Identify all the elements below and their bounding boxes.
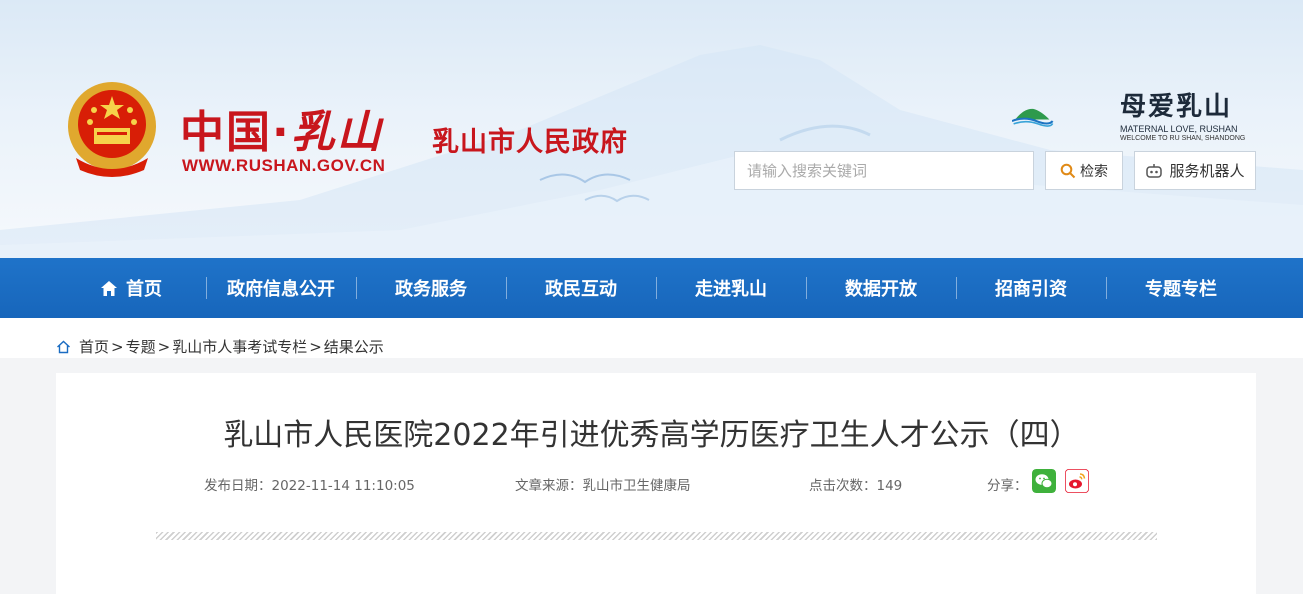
- brand-subtitle-2: WELCOME TO RU SHAN, SHANDONG: [1120, 135, 1246, 142]
- article-source: 文章来源：乳山市卫生健康局: [515, 474, 691, 494]
- view-count-value: 149: [876, 478, 903, 494]
- service-robot-label: 服务机器人: [1169, 162, 1245, 180]
- nav-item-gov-info[interactable]: 政府信息公开: [206, 258, 356, 318]
- nav-item-interaction[interactable]: 政民互动: [506, 258, 656, 318]
- logo-title-calligraphy: 乳山: [290, 107, 383, 158]
- robot-icon: [1146, 163, 1163, 178]
- home-icon: [101, 280, 117, 296]
- nav-item-label: 数据开放: [845, 279, 917, 300]
- government-name: 乳山市人民政府: [432, 127, 628, 158]
- brand-logo: [1012, 108, 1054, 127]
- weibo-icon[interactable]: [1065, 469, 1089, 493]
- nav-item-label: 走进乳山: [695, 279, 767, 300]
- nav-item-label: 招商引资: [995, 279, 1067, 300]
- nav-item-open-data[interactable]: 数据开放: [806, 258, 956, 318]
- brand-title: 母爱乳山: [1120, 92, 1233, 122]
- search-button-label: 检索: [1080, 163, 1108, 180]
- logo-title-cn: 中国: [180, 107, 272, 158]
- publish-date-value: 2022-11-14 11:10:05: [271, 478, 415, 494]
- share-label: 分享：: [987, 478, 1028, 494]
- article-title: 乳山市人民医院2022年引进优秀高学历医疗卫生人才公示（四）: [223, 418, 1080, 453]
- breadcrumb-exam-column[interactable]: 乳山市人事考试专栏: [172, 336, 307, 357]
- nav-item-label: 政府信息公开: [227, 279, 335, 300]
- nav-item-about-rushan[interactable]: 走进乳山: [656, 258, 806, 318]
- publish-date-label: 发布日期：: [204, 478, 272, 494]
- main-nav: 首页 政府信息公开 政务服务 政民互动 走进乳山 数据开放 招商引资 专题专栏: [0, 258, 1303, 318]
- logo-title: 中国·乳山: [180, 96, 383, 160]
- breadcrumb-home[interactable]: 首页: [79, 336, 109, 357]
- view-count: 点击次数：149: [809, 474, 902, 494]
- breadcrumb-separator: >: [157, 337, 171, 356]
- nav-item-label: 政务服务: [395, 279, 467, 300]
- service-robot-button[interactable]: 服务机器人: [1134, 151, 1256, 190]
- breadcrumb-separator: >: [309, 337, 322, 356]
- brand-subtitle-1: MATERNAL LOVE, RUSHAN: [1120, 124, 1238, 134]
- article-source-value: 乳山市卫生健康局: [582, 478, 691, 494]
- nav-item-label: 政民互动: [545, 279, 617, 300]
- breadcrumb-separator: >: [111, 337, 124, 356]
- article-divider: [156, 532, 1157, 540]
- logo-title-dot: ·: [272, 107, 291, 158]
- breadcrumb-results[interactable]: 结果公示: [324, 336, 384, 357]
- article-source-label: 文章来源：: [515, 478, 583, 494]
- search-input[interactable]: [734, 151, 1034, 190]
- breadcrumb: 首页 > 专题 > 乳山市人事考试专栏 > 结果公示: [56, 336, 384, 357]
- nav-item-label: 首页: [126, 279, 162, 300]
- publish-date: 发布日期：2022-11-14 11:10:05: [204, 474, 415, 494]
- site-header: 中国·乳山 WWW.RUSHAN.GOV.CN 乳山市人民政府 母爱乳山 MAT…: [0, 0, 1303, 258]
- breadcrumb-topics[interactable]: 专题: [126, 336, 156, 357]
- nav-item-investment[interactable]: 招商引资: [956, 258, 1106, 318]
- home-outline-icon: [57, 340, 70, 353]
- search-icon: [1060, 163, 1076, 178]
- nav-item-label: 专题专栏: [1145, 279, 1217, 300]
- nav-item-gov-services[interactable]: 政务服务: [356, 258, 506, 318]
- view-count-label: 点击次数：: [809, 478, 877, 494]
- national-emblem: [68, 82, 156, 177]
- site-url: WWW.RUSHAN.GOV.CN: [182, 156, 386, 175]
- search-button[interactable]: 检索: [1045, 151, 1123, 190]
- wechat-icon[interactable]: [1032, 469, 1056, 493]
- nav-item-special-topics[interactable]: 专题专栏: [1106, 258, 1256, 318]
- nav-item-home[interactable]: 首页: [56, 258, 206, 318]
